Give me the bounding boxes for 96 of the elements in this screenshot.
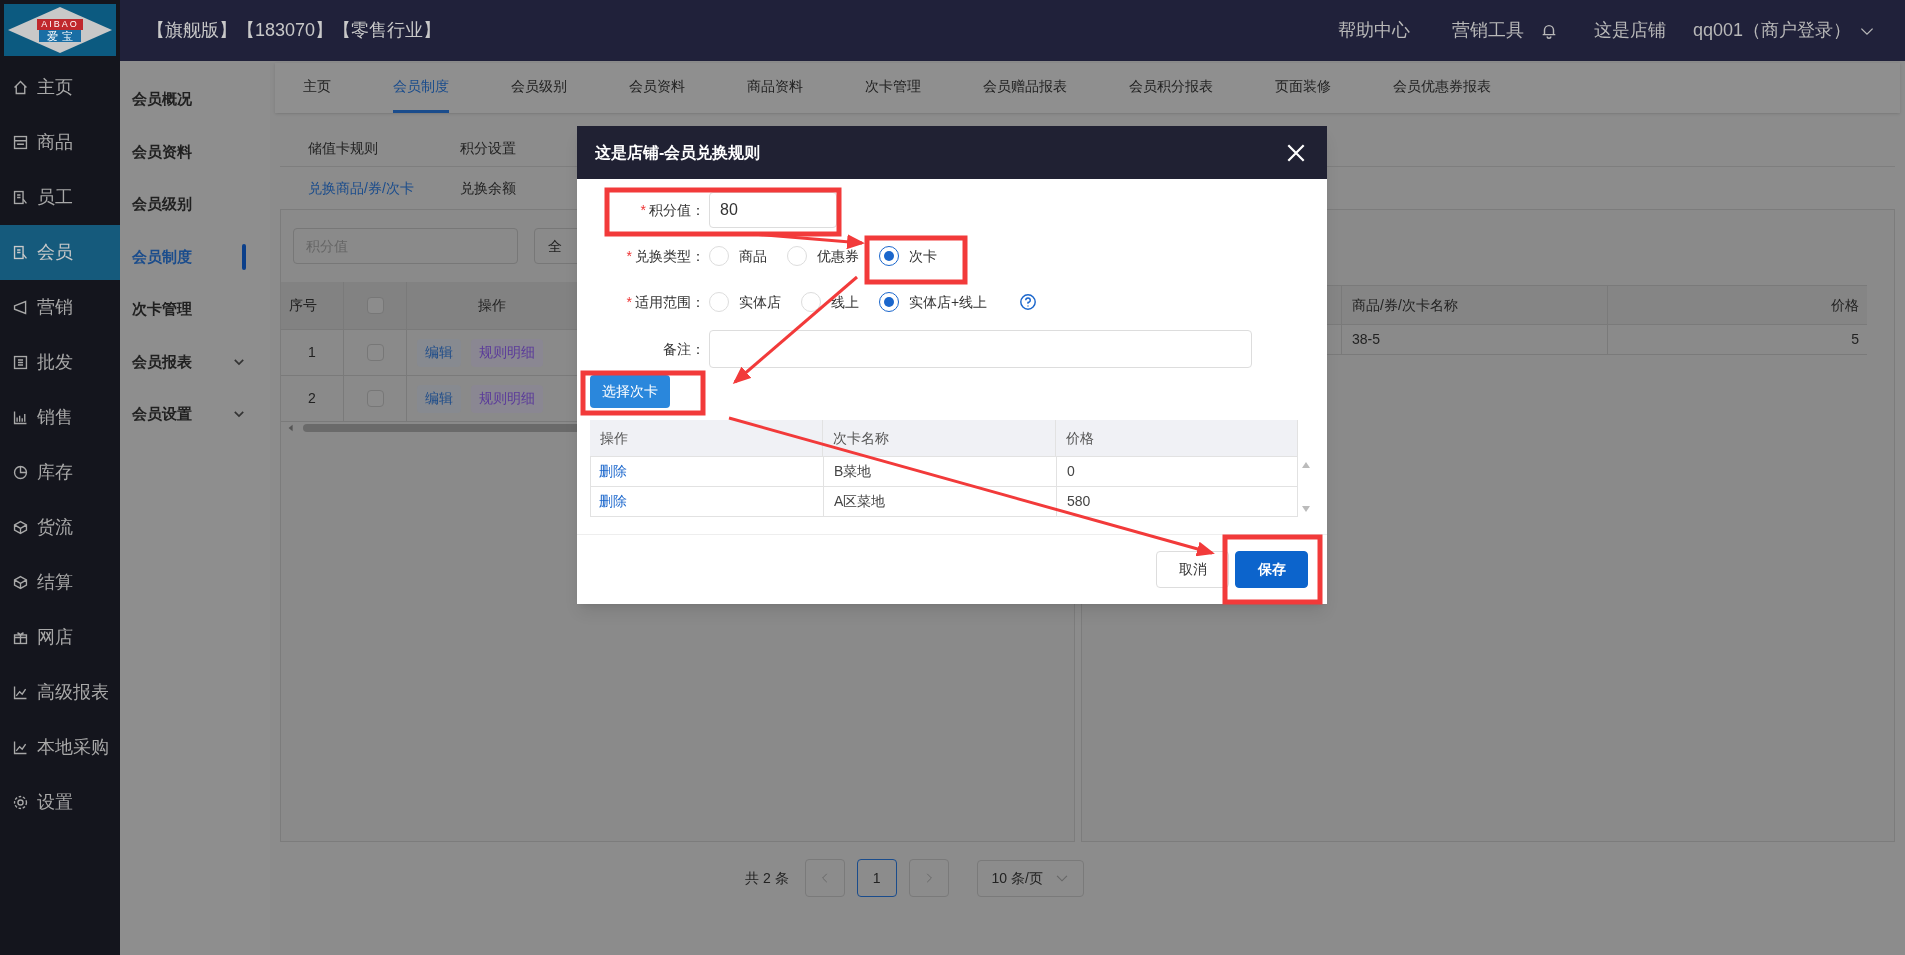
nav-item[interactable]: 主页 [0,60,120,115]
tab[interactable]: 主页 [303,63,331,113]
user-name: qq001（商户登录） [1692,19,1851,42]
scroll-left-icon [287,424,295,432]
cube-icon [12,574,29,591]
tab[interactable]: 会员级别 [511,63,567,113]
total-count: 共 2 条 [745,868,789,888]
radio-option[interactable]: 实体店 [709,291,781,313]
subnav-item[interactable]: 次卡管理 [120,283,270,336]
nav-item[interactable]: 批发 [0,335,120,390]
column-header: 价格 [1056,420,1298,456]
dialog-title: 这是店铺-会员兑换规则 [595,142,761,163]
table-cell: 580 [1057,487,1298,516]
table-cell: 0 [1057,457,1298,486]
radio-option[interactable]: 次卡 [879,245,937,267]
header-link[interactable]: 营销工具 [1451,17,1524,44]
tab[interactable]: 会员资料 [629,63,685,113]
subnav-item[interactable]: 会员设置 [120,388,270,441]
tab[interactable]: 会员赠品报表 [983,63,1067,113]
dialog-button[interactable]: 取消 [1156,551,1229,588]
nav-item[interactable]: 员工 [0,170,120,225]
sub-tab[interactable]: 储值卡规则 [308,131,460,166]
line-chart-icon [12,739,29,756]
home-icon [12,79,29,96]
table-cell: B菜地 [824,457,1057,486]
field-label: 积分值： [649,200,705,220]
line-chart-icon [12,684,29,701]
nav-item[interactable]: 营销 [0,280,120,335]
page-button[interactable]: 1 [856,859,897,897]
cube-icon [12,519,29,536]
nav-item[interactable]: 高级报表 [0,665,120,720]
nav-item[interactable]: 商品 [0,115,120,170]
nav-item[interactable]: 货流 [0,500,120,555]
list-icon [12,354,29,371]
field-label: 适用范围： [635,292,705,312]
table-cell: 2 [281,376,344,421]
column-header: 操作 [477,296,507,315]
field-label: 兑换类型： [635,246,705,266]
subnav-item[interactable]: 会员概况 [120,73,270,126]
table-cell: 1 [281,330,344,375]
input-field[interactable] [709,330,1252,368]
nav-item[interactable]: 结算 [0,555,120,610]
nav-item[interactable]: 库存 [0,445,120,500]
table-cell-text: 5 [1850,330,1860,349]
page-size-select[interactable]: 10 条/页 [976,859,1084,897]
header-link[interactable]: 这是店铺 [1593,17,1666,44]
gift-icon [12,629,29,646]
required-mark: * [640,200,646,220]
subnav-item[interactable]: 会员制度 [120,230,270,283]
subnav-item[interactable]: 会员报表 [120,335,270,388]
column-header: 价格 [1830,295,1860,315]
storefront-icon [12,134,29,151]
id-card-icon [12,244,29,261]
settings-icon [12,794,29,811]
radio-option[interactable]: 商品 [709,245,767,267]
tab[interactable]: 次卡管理 [865,63,921,113]
logo-text: AIBAO [37,18,83,30]
tab[interactable]: 页面装修 [1275,63,1331,113]
tab[interactable]: 会员积分报表 [1129,63,1213,113]
delete-link[interactable]: 删除 [599,491,627,512]
field-label: 备注： [663,339,705,359]
nav-item[interactable]: 会员 [0,225,120,280]
tab[interactable]: 会员优惠券报表 [1393,63,1491,113]
page-title: 【旗舰版】【183070】【零售行业】 [147,19,442,42]
nav-item[interactable]: 本地采购 [0,720,120,775]
column-header: 序号 [281,282,344,329]
subnav-item[interactable]: 会员资料 [120,125,270,178]
tab[interactable]: 会员制度 [393,63,449,113]
nav-item[interactable]: 网店 [0,610,120,665]
megaphone-icon [12,299,29,316]
delete-link[interactable]: 删除 [599,461,627,482]
header-link[interactable]: 帮助中心 [1337,17,1410,44]
scroll-up-icon [1301,461,1311,469]
subnav-item[interactable]: 会员级别 [120,178,270,231]
select-card-button[interactable]: 选择次卡 [590,375,670,408]
table-cell: 38-5 [1342,325,1608,354]
id-card-icon [12,189,29,206]
active-indicator [242,243,246,270]
nav-item[interactable]: 销售 [0,390,120,445]
tab[interactable]: 商品资料 [747,63,803,113]
pie-chart-icon [12,464,29,481]
input-field[interactable]: 80 [709,192,837,228]
required-mark: * [626,292,632,312]
radio-option[interactable]: 优惠券 [787,245,859,267]
table-cell: A区菜地 [824,487,1057,516]
scroll-down-icon [1301,505,1311,513]
required-mark: * [626,246,632,266]
bar-chart-icon [12,409,29,426]
column-header: 商品/券/次卡名称 [1342,286,1608,324]
user-menu[interactable]: qq001（商户登录） [1692,17,1875,44]
column-header: 次卡名称 [823,420,1056,456]
radio-option[interactable]: 实体店+线上 [879,291,988,313]
nav-item[interactable]: 设置 [0,775,120,830]
dialog-button[interactable]: 保存 [1235,551,1308,588]
column-header: 操作 [590,420,823,456]
sub-tab[interactable]: 兑换商品/券/次卡 [308,167,460,209]
